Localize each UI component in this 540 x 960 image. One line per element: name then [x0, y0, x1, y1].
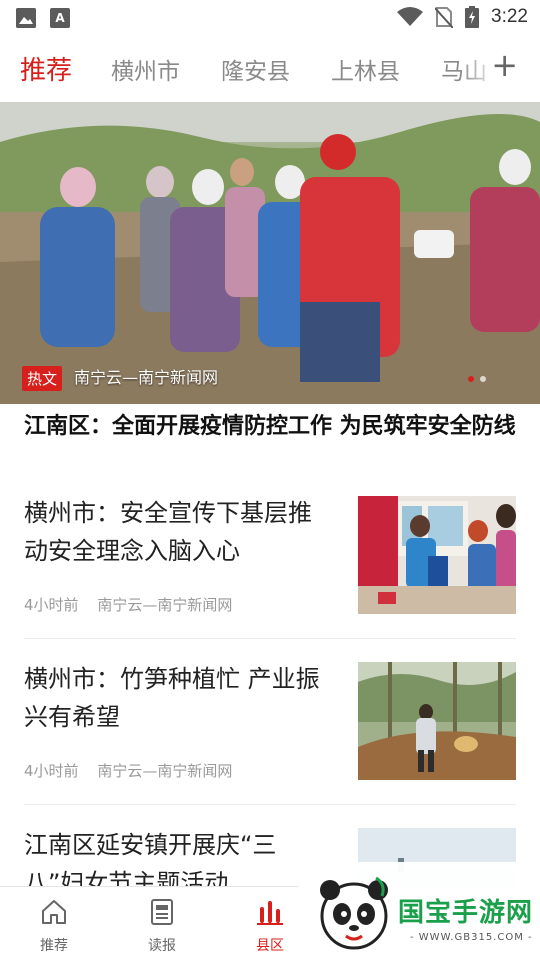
divider	[24, 638, 516, 639]
news-time: 4小时前	[24, 762, 79, 780]
county-bars-icon	[257, 901, 283, 925]
news-title: 横州市：安全宣传下基层推动安全理念入脑入心	[24, 499, 312, 565]
hero-headline[interactable]: 江南区：全面开展疫情防控工作 为民筑牢安全防线	[24, 412, 520, 441]
battery-charging-icon	[465, 6, 480, 28]
news-time: 4小时前	[24, 596, 79, 614]
channel-tabs: 推荐 横州市 隆安县 上林县 马山 +	[0, 40, 540, 98]
divider	[24, 804, 516, 805]
hero-source: 南宁云—南宁新闻网	[74, 368, 219, 387]
newspaper-icon	[151, 899, 173, 925]
tab-longan[interactable]: 隆安县	[221, 52, 290, 86]
tab-recommend[interactable]: 推荐	[20, 50, 72, 87]
nav-recommend[interactable]: 推荐	[14, 897, 94, 955]
watermark-text: 国宝手游网	[398, 898, 534, 928]
hero-photo	[0, 102, 540, 404]
watermark: 国宝手游网 - WWW.GB315.COM -	[298, 862, 540, 960]
news-source: 南宁云—南宁新闻网	[97, 596, 233, 614]
nav-label: 推荐	[40, 938, 68, 954]
image-icon	[16, 8, 36, 28]
panda-logo	[320, 876, 388, 950]
carousel-indicator	[468, 376, 486, 382]
nav-label: 读报	[148, 938, 176, 954]
status-bar: A 3:22	[0, 0, 540, 36]
news-item[interactable]: 横州市：安全宣传下基层推动安全理念入脑入心 4小时前 南宁云—南宁新闻网	[24, 494, 516, 640]
home-icon	[42, 900, 66, 924]
news-title: 横州市：竹笋种植忙 产业振兴有希望	[24, 665, 320, 731]
news-meta: 4小时前 南宁云—南宁新闻网	[24, 760, 232, 781]
plus-icon[interactable]: +	[491, 48, 518, 82]
news-thumbnail	[358, 496, 516, 614]
hot-tag: 热文	[22, 366, 63, 391]
wifi-icon	[397, 7, 424, 26]
news-thumbnail	[358, 662, 516, 780]
watermark-url: - WWW.GB315.COM -	[410, 932, 533, 943]
news-source: 南宁云—南宁新闻网	[97, 762, 233, 780]
nav-newspaper[interactable]: 读报	[122, 897, 202, 955]
hero-banner[interactable]: 热文 南宁云—南宁新闻网	[0, 102, 540, 404]
news-item[interactable]: 横州市：竹笋种植忙 产业振兴有希望 4小时前 南宁云—南宁新闻网	[24, 660, 516, 806]
tab-shanglin[interactable]: 上林县	[331, 52, 400, 86]
carousel-dot	[468, 376, 474, 382]
news-meta: 4小时前 南宁云—南宁新闻网	[24, 594, 232, 615]
a-icon: A	[50, 8, 70, 28]
clock: 3:22	[491, 6, 528, 27]
tab-hengzhou[interactable]: 横州市	[111, 52, 180, 86]
no-sim-icon	[435, 7, 454, 28]
carousel-dot	[480, 376, 486, 382]
